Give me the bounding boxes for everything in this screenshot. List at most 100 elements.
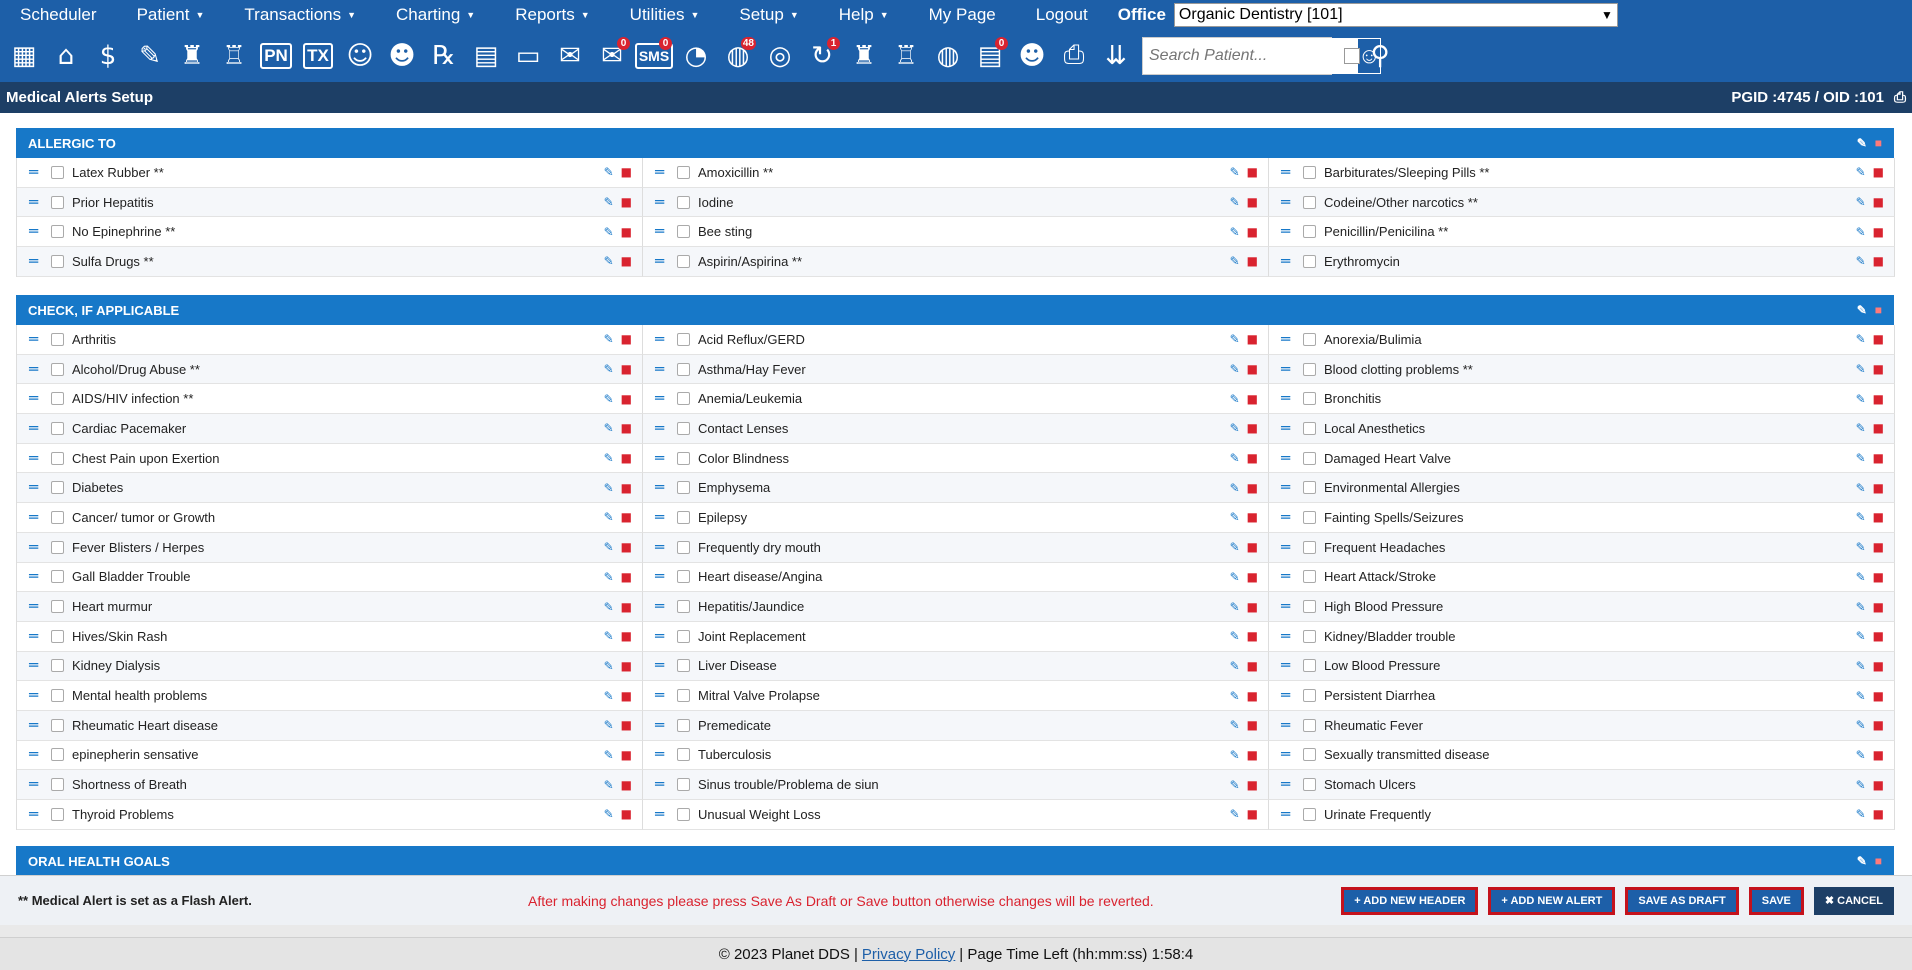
edit-icon[interactable]: ✎ xyxy=(604,195,614,209)
trash-icon[interactable]: ■ xyxy=(1247,165,1258,179)
drag-handle-icon[interactable]: ═ xyxy=(29,164,45,180)
treatment-plan-icon[interactable]: TX xyxy=(298,36,338,76)
online-alerts-icon[interactable]: ◍ 48 xyxy=(718,36,758,76)
delete-header-icon[interactable]: ■ xyxy=(1875,136,1882,150)
drag-handle-icon[interactable]: ═ xyxy=(29,569,45,584)
add-family-icon[interactable]: ☻ xyxy=(382,36,422,76)
trash-icon[interactable]: ■ xyxy=(1873,510,1884,524)
drag-handle-icon[interactable]: ═ xyxy=(1281,391,1297,406)
drag-handle-icon[interactable]: ═ xyxy=(29,717,45,733)
drag-handle-icon[interactable]: ═ xyxy=(655,194,671,210)
edit-icon[interactable]: ✎ xyxy=(1856,195,1866,209)
edit-icon[interactable]: ✎ xyxy=(1230,570,1240,584)
alert-checkbox[interactable] xyxy=(1303,659,1316,673)
drag-handle-icon[interactable]: ═ xyxy=(29,253,45,269)
drag-handle-icon[interactable]: ═ xyxy=(1281,688,1297,703)
alert-checkbox[interactable] xyxy=(677,748,690,762)
trash-icon[interactable]: ■ xyxy=(621,362,632,376)
alert-checkbox[interactable] xyxy=(1303,600,1316,614)
alert-checkbox[interactable] xyxy=(51,540,64,554)
alert-checkbox[interactable] xyxy=(1303,481,1316,495)
clock-icon[interactable]: ◔ xyxy=(676,36,716,76)
drag-handle-icon[interactable]: ═ xyxy=(655,391,671,406)
edit-icon[interactable]: ✎ xyxy=(1230,629,1240,643)
edit-icon[interactable]: ✎ xyxy=(1230,481,1240,495)
drag-handle-icon[interactable]: ═ xyxy=(29,224,45,239)
alert-checkbox[interactable] xyxy=(677,540,690,554)
edit-icon[interactable]: ✎ xyxy=(1856,600,1866,614)
drag-handle-icon[interactable]: ═ xyxy=(29,331,45,347)
trash-icon[interactable]: ■ xyxy=(1873,540,1884,554)
drag-handle-icon[interactable]: ═ xyxy=(655,628,671,644)
alert-checkbox[interactable] xyxy=(51,718,64,732)
edit-icon[interactable]: ✎ xyxy=(1230,254,1240,268)
trash-icon[interactable]: ■ xyxy=(1247,807,1258,821)
drag-handle-icon[interactable]: ═ xyxy=(29,658,45,673)
alert-checkbox[interactable] xyxy=(677,392,690,406)
globe-support-icon[interactable]: ◎ xyxy=(760,36,800,76)
trash-icon[interactable]: ■ xyxy=(1873,481,1884,495)
drag-handle-icon[interactable]: ═ xyxy=(655,599,671,614)
drag-handle-icon[interactable]: ═ xyxy=(29,599,45,614)
edit-icon[interactable]: ✎ xyxy=(1230,689,1240,703)
edit-header-icon[interactable]: ✎ xyxy=(1857,303,1867,317)
edit-icon[interactable]: ✎ xyxy=(604,332,614,346)
alert-checkbox[interactable] xyxy=(677,195,690,209)
trash-icon[interactable]: ■ xyxy=(1247,195,1258,209)
trash-icon[interactable]: ■ xyxy=(1247,748,1258,762)
menu-help[interactable]: Help ▼ xyxy=(819,5,909,25)
trash-icon[interactable]: ■ xyxy=(621,778,632,792)
delete-header-icon[interactable]: ■ xyxy=(1875,303,1882,317)
delete-header-icon[interactable]: ■ xyxy=(1875,854,1882,868)
edit-icon[interactable]: ✎ xyxy=(604,600,614,614)
expand-down-icon[interactable]: ⇊ xyxy=(1096,36,1136,76)
alert-checkbox[interactable] xyxy=(1303,748,1316,762)
edit-icon[interactable]: ✎ xyxy=(1856,362,1866,376)
alert-checkbox[interactable] xyxy=(51,689,64,703)
trash-icon[interactable]: ■ xyxy=(1873,392,1884,406)
drag-handle-icon[interactable]: ═ xyxy=(29,194,45,210)
drag-handle-icon[interactable]: ═ xyxy=(1281,806,1297,822)
edit-icon[interactable]: ✎ xyxy=(1230,718,1240,732)
edit-icon[interactable]: ✎ xyxy=(1230,540,1240,554)
drag-handle-icon[interactable]: ═ xyxy=(1281,420,1297,436)
messages-icon[interactable]: ✉ 0 xyxy=(592,36,632,76)
alert-checkbox[interactable] xyxy=(51,748,64,762)
trash-icon[interactable]: ■ xyxy=(1247,481,1258,495)
alert-checkbox[interactable] xyxy=(51,600,64,614)
users-group-icon[interactable]: ☻ xyxy=(1012,36,1052,76)
pen-chart-icon[interactable]: ✎ xyxy=(130,36,170,76)
edit-icon[interactable]: ✎ xyxy=(1230,362,1240,376)
tooth-2-icon[interactable]: ♖ xyxy=(886,36,926,76)
drag-handle-icon[interactable]: ═ xyxy=(1281,480,1297,495)
drag-handle-icon[interactable]: ═ xyxy=(29,777,45,792)
alert-checkbox[interactable] xyxy=(51,392,64,406)
edit-icon[interactable]: ✎ xyxy=(1230,659,1240,673)
edit-icon[interactable]: ✎ xyxy=(604,629,614,643)
teeth-chart-icon[interactable]: ♖ xyxy=(214,36,254,76)
trash-icon[interactable]: ■ xyxy=(1873,225,1884,239)
save-button[interactable]: SAVE xyxy=(1748,886,1804,915)
edit-icon[interactable]: ✎ xyxy=(1230,421,1240,435)
alert-checkbox[interactable] xyxy=(51,332,64,346)
alert-checkbox[interactable] xyxy=(677,659,690,673)
trash-icon[interactable]: ■ xyxy=(1873,629,1884,643)
edit-icon[interactable]: ✎ xyxy=(604,659,614,673)
trash-icon[interactable]: ■ xyxy=(1873,451,1884,465)
trash-icon[interactable]: ■ xyxy=(1873,718,1884,732)
edit-icon[interactable]: ✎ xyxy=(1856,451,1866,465)
search-patient-input[interactable] xyxy=(1143,37,1357,74)
prescription-icon[interactable]: ℞ xyxy=(424,36,464,76)
edit-icon[interactable]: ✎ xyxy=(1856,510,1866,524)
alert-checkbox[interactable] xyxy=(677,778,690,792)
alert-checkbox[interactable] xyxy=(51,254,64,268)
cancel-button[interactable]: ✖ CANCEL xyxy=(1813,886,1894,915)
alert-checkbox[interactable] xyxy=(51,421,64,435)
home-icon[interactable]: ⌂ xyxy=(46,36,86,76)
trash-icon[interactable]: ■ xyxy=(1247,778,1258,792)
drag-handle-icon[interactable]: ═ xyxy=(655,164,671,180)
drag-handle-icon[interactable]: ═ xyxy=(1281,253,1297,269)
trash-icon[interactable]: ■ xyxy=(1873,421,1884,435)
alert-checkbox[interactable] xyxy=(1303,195,1316,209)
trash-icon[interactable]: ■ xyxy=(621,718,632,732)
